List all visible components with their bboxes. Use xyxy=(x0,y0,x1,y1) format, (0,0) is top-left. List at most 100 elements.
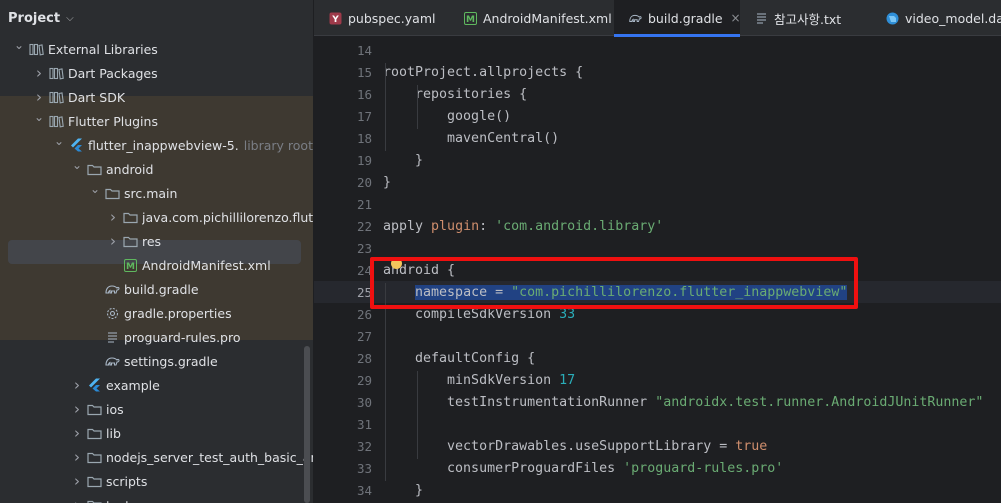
code-token: consumerProguardFiles xyxy=(383,460,624,476)
code-line[interactable]: 24 android { xyxy=(314,259,1001,281)
tree-item[interactable]: proguard-rules.pro xyxy=(0,325,313,349)
chevron-down-icon[interactable]: ⌄ xyxy=(88,182,102,196)
tree-item[interactable]: M AndroidManifest.xml xyxy=(0,253,313,277)
tree-item[interactable]: › scripts xyxy=(0,469,313,493)
tree-item[interactable]: ⌄ Flutter Plugins xyxy=(0,109,313,133)
editor-tab[interactable]: M AndroidManifest.xml xyxy=(450,0,614,36)
svg-text:Y: Y xyxy=(331,15,339,25)
tree-item-hint: library root xyxy=(243,137,313,153)
chevron-right-icon[interactable]: › xyxy=(32,88,46,106)
code-line[interactable]: 14 xyxy=(314,39,1001,61)
chevron-right-icon[interactable]: › xyxy=(70,376,84,394)
folder-icon xyxy=(86,474,102,488)
indent-guide xyxy=(385,283,386,481)
chevron-right-icon[interactable]: › xyxy=(70,424,84,442)
code-token: 'proguard-rules.pro' xyxy=(623,460,784,476)
editor-tab[interactable]: video_model.dart xyxy=(872,0,1001,36)
editor-tab[interactable]: 참고사항.txt xyxy=(740,0,872,36)
code-token: true xyxy=(735,438,768,454)
tree-item[interactable]: › nodejs_server_test_auth_basic_and_ssl xyxy=(0,445,313,469)
code-token: 'com.android.library' xyxy=(495,218,664,234)
tree-item[interactable]: ⌄ External Libraries xyxy=(0,37,313,61)
chevron-right-icon[interactable]: › xyxy=(106,232,120,250)
code-token: plugin xyxy=(431,218,480,234)
code-text: } xyxy=(383,175,391,190)
project-tool-window: Project ⌵ ⌄ External Libraries › Dart Packa… xyxy=(0,0,313,503)
code-line[interactable]: 27 xyxy=(314,325,1001,347)
code-line[interactable]: 26 compileSdkVersion 33 xyxy=(314,303,1001,325)
chevron-right-icon[interactable]: › xyxy=(70,472,84,490)
svg-text:M: M xyxy=(126,262,135,272)
tree-item-label: test xyxy=(106,498,130,503)
code-line[interactable]: 22 apply plugin: 'com.android.library' xyxy=(314,215,1001,237)
code-token: testInstrumentationRunner xyxy=(383,394,656,410)
code-line[interactable]: 15 rootProject.allprojects { xyxy=(314,61,1001,83)
code-text: rootProject.allprojects { xyxy=(383,65,583,80)
code-line[interactable]: 28 defaultConfig { xyxy=(314,347,1001,369)
tree-item[interactable]: › Dart SDK xyxy=(0,85,313,109)
code-token: rootProject.allprojects { xyxy=(383,64,584,80)
code-line[interactable]: 18 mavenCentral() xyxy=(314,127,1001,149)
tree-item[interactable]: › example xyxy=(0,373,313,397)
line-number: 33 xyxy=(356,460,372,476)
chevron-down-icon[interactable]: ⌄ xyxy=(52,134,66,148)
chevron-right-icon[interactable]: › xyxy=(70,400,84,418)
tree-item[interactable]: › res xyxy=(0,229,313,253)
chevron-right-icon[interactable]: › xyxy=(32,64,46,82)
chevron-right-icon[interactable]: › xyxy=(106,208,120,226)
folder-icon xyxy=(86,162,102,176)
indent-guide xyxy=(417,371,419,459)
tree-item[interactable]: › ios xyxy=(0,397,313,421)
code-token: } xyxy=(383,482,424,498)
chevron-down-icon[interactable]: ⌵ xyxy=(66,13,74,24)
tab-label: video_model.dart xyxy=(905,10,1001,26)
manifest-icon: M xyxy=(464,11,477,25)
project-view-selector[interactable]: Project ⌵ xyxy=(0,0,313,36)
chevron-right-icon[interactable]: › xyxy=(70,496,84,503)
line-number: 14 xyxy=(356,42,372,58)
code-token: } xyxy=(383,174,392,190)
tree-item[interactable]: › test xyxy=(0,493,313,503)
code-token: google() xyxy=(383,108,512,124)
tree-item[interactable]: settings.gradle xyxy=(0,349,313,373)
gear-icon xyxy=(104,306,120,320)
chevron-right-icon[interactable]: › xyxy=(70,448,84,466)
code-token: "androidx.test.runner.AndroidJUnitRunner… xyxy=(655,394,984,410)
code-editor[interactable]: 14 15 rootProject.allprojects {16 reposito… xyxy=(314,37,1001,503)
code-line[interactable]: 25 namespace = "com.pichillilorenzo.flut… xyxy=(314,281,1001,303)
tree-item[interactable]: › Dart Packages xyxy=(0,61,313,85)
tree-item[interactable]: › lib xyxy=(0,421,313,445)
line-number: 26 xyxy=(356,306,372,322)
tree-scrollbar-thumb[interactable] xyxy=(304,346,310,503)
code-token: vectorDrawables.useSupportLibrary = xyxy=(383,438,736,454)
folder-icon xyxy=(86,426,102,440)
code-token: 17 xyxy=(559,372,576,388)
tree-item[interactable]: gradle.properties xyxy=(0,301,313,325)
chevron-down-icon[interactable]: ⌄ xyxy=(32,110,46,124)
chevron-down-icon[interactable]: ⌄ xyxy=(70,158,84,172)
svg-text:M: M xyxy=(466,15,475,25)
code-line[interactable]: 21 xyxy=(314,193,1001,215)
tree-item-label: flutter_inappwebview-5.8.0 xyxy=(88,137,238,153)
intention-bulb-icon[interactable] xyxy=(391,258,402,269)
code-line[interactable]: 20} xyxy=(314,171,1001,193)
tree-item[interactable]: ⌄ flutter_inappwebview-5.8.0 library root xyxy=(0,133,313,157)
code-line[interactable]: 23 xyxy=(314,237,1001,259)
folder-icon xyxy=(122,210,138,224)
editor-tab[interactable]: Ypubspec.yaml xyxy=(314,0,450,36)
library-icon xyxy=(28,42,44,56)
text-file-icon xyxy=(754,11,768,25)
tree-item[interactable]: ⌄ android xyxy=(0,157,313,181)
tree-item[interactable]: build.gradle xyxy=(0,277,313,301)
code-text: testInstrumentationRunner "androidx.test… xyxy=(383,395,983,410)
code-text: } xyxy=(383,153,423,168)
tree-item[interactable]: ⌄ src.main xyxy=(0,181,313,205)
editor-tab[interactable]: build.gradle × xyxy=(614,0,741,37)
tree-item[interactable]: › java.com.pichillilorenzo.flutter_i xyxy=(0,205,313,229)
code-line[interactable]: 19 } xyxy=(314,149,1001,171)
chevron-down-icon[interactable]: ⌄ xyxy=(12,38,26,52)
tab-label: build.gradle xyxy=(648,10,723,26)
code-line[interactable]: 34 } xyxy=(314,479,1001,501)
code-line[interactable]: 33 consumerProguardFiles 'proguard-rules… xyxy=(314,457,1001,479)
